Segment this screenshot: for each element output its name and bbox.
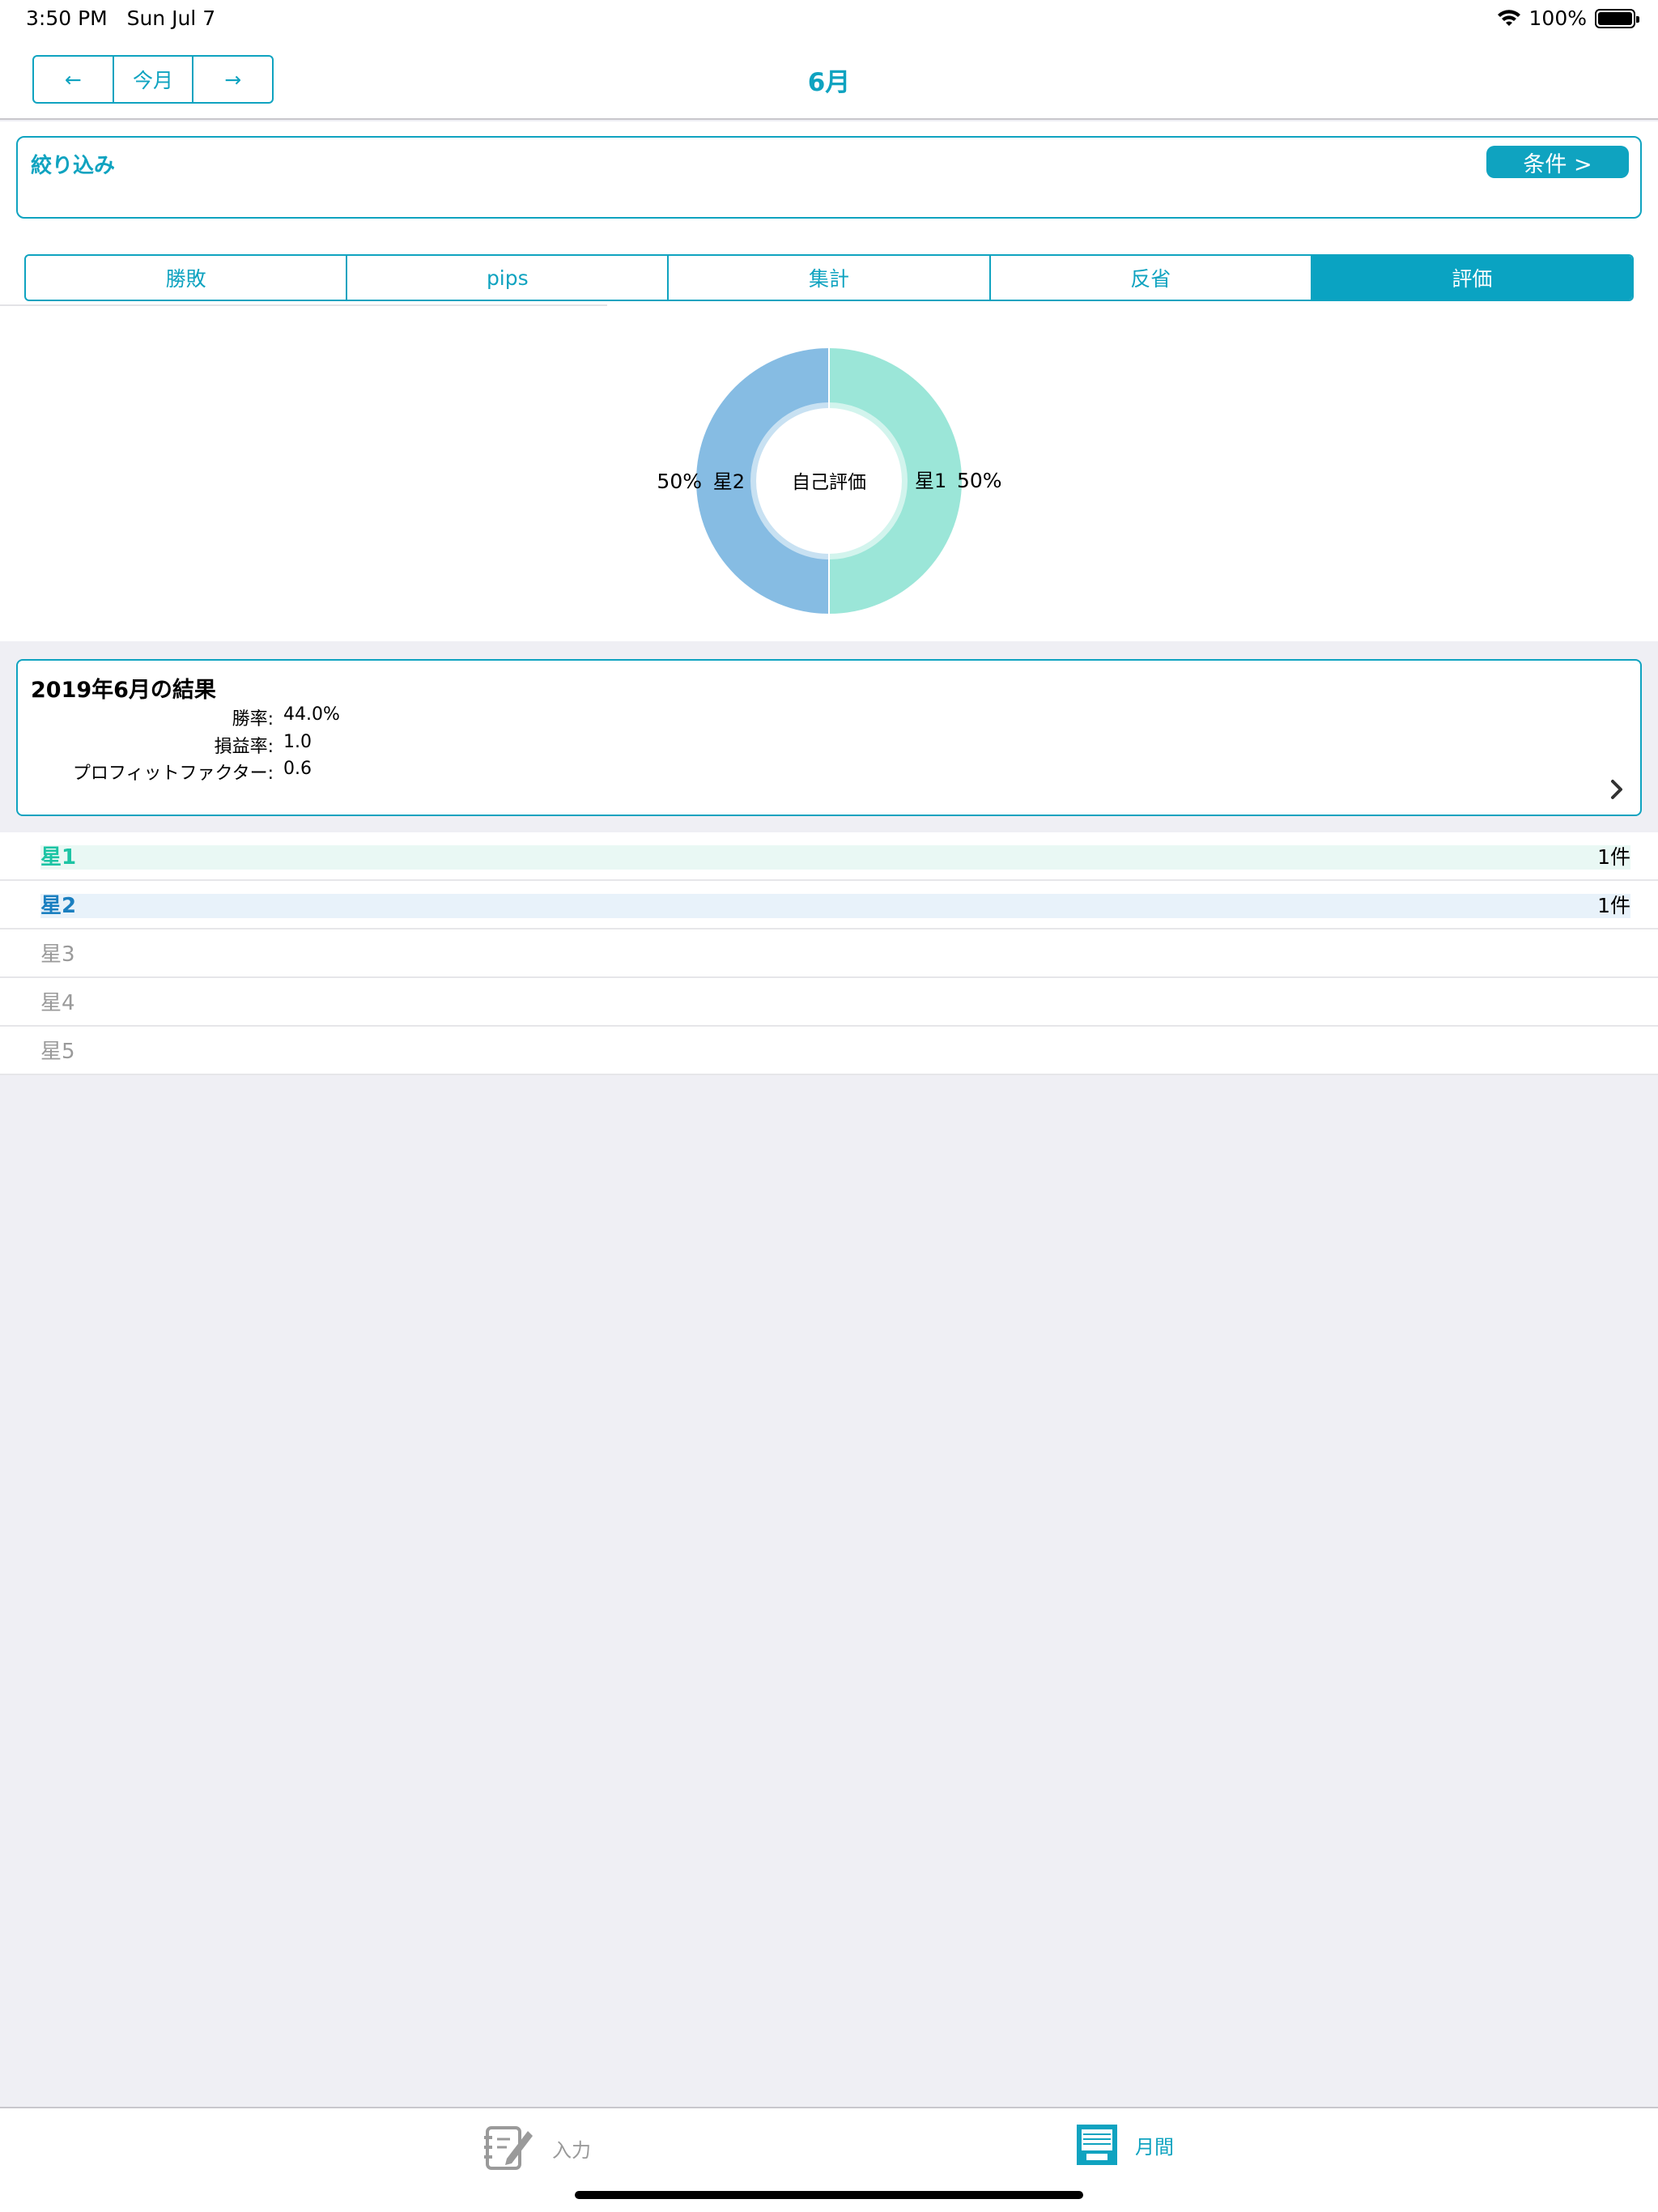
- list-item[interactable]: 星5: [0, 1027, 1658, 1075]
- rating-name: 星4: [40, 991, 75, 1015]
- summary-section: 2019年6月の結果 勝率: 44.0% 損益率: 1.0 プロフィットファクタ…: [0, 641, 1658, 829]
- condition-button[interactable]: 条件 >: [1486, 146, 1629, 178]
- rating-bar: [40, 942, 1630, 967]
- list-item[interactable]: 星3: [0, 929, 1658, 978]
- monthly-report-icon: [1077, 2125, 1117, 2165]
- rating-bar: [40, 894, 1630, 918]
- list-item[interactable]: 星2 1件: [0, 881, 1658, 929]
- rating-bar: [40, 991, 1630, 1015]
- page-title: 6月: [807, 68, 851, 97]
- rating-name: 星5: [40, 1040, 75, 1064]
- chevron-right-icon: [1611, 780, 1622, 799]
- navigation-bar: ← 今月 → 6月: [0, 39, 1658, 120]
- tabbar-monthly[interactable]: 月間: [1075, 2123, 1174, 2167]
- chart-label-star2: 星2: [713, 470, 745, 493]
- list-item[interactable]: 星4: [0, 978, 1658, 1027]
- chart-pct-star2: 50%: [657, 470, 702, 493]
- chart-pct-star1: 50%: [957, 469, 1002, 492]
- rating-name: 星1: [40, 845, 77, 870]
- filter-label: 絞り込み: [31, 154, 116, 178]
- rating-name: 星3: [40, 942, 75, 967]
- rating-bar: [40, 845, 1630, 870]
- rating-name: 星2: [40, 894, 77, 918]
- battery-icon: [1595, 8, 1639, 28]
- filter-section: 絞り込み 条件 >: [0, 121, 1658, 235]
- rating-list: 星1 1件 星2 1件 星3 星4 星5: [0, 832, 1658, 1075]
- filter-box: 絞り込み 条件 >: [16, 136, 1642, 219]
- analysis-section: 勝敗 pips 集計 反省 評価 自己評価 星1 50% 星2 50%: [0, 235, 1658, 641]
- status-right: 100%: [1497, 6, 1639, 30]
- rating-donut-chart: 自己評価 星1 50% 星2 50%: [657, 348, 1002, 614]
- rating-bar: [40, 1040, 1630, 1064]
- summary-card[interactable]: 2019年6月の結果 勝率: 44.0% 損益率: 1.0 プロフィットファクタ…: [16, 659, 1642, 816]
- tabbar-monthly-label: 月間: [1135, 2135, 1174, 2159]
- rating-count: 1件: [1597, 894, 1630, 917]
- rating-count: 1件: [1597, 845, 1630, 869]
- status-bar: 3:50 PM Sun Jul 7 100%: [0, 0, 1658, 39]
- edit-note-icon: [484, 2126, 533, 2170]
- home-indicator: [575, 2191, 1083, 2199]
- chart-center-label: 自己評価: [792, 472, 866, 493]
- status-time: 3:50 PM Sun Jul 7: [26, 6, 216, 30]
- tabbar-input[interactable]: 入力: [483, 2123, 591, 2173]
- wifi-icon: [1497, 9, 1520, 26]
- list-item[interactable]: 星1 1件: [0, 832, 1658, 881]
- battery-percent: 100%: [1528, 6, 1587, 30]
- chart-label-star1: 星1: [915, 470, 946, 492]
- summary-title: 2019年6月の結果: [31, 678, 216, 703]
- tabbar-input-label: 入力: [552, 2138, 591, 2162]
